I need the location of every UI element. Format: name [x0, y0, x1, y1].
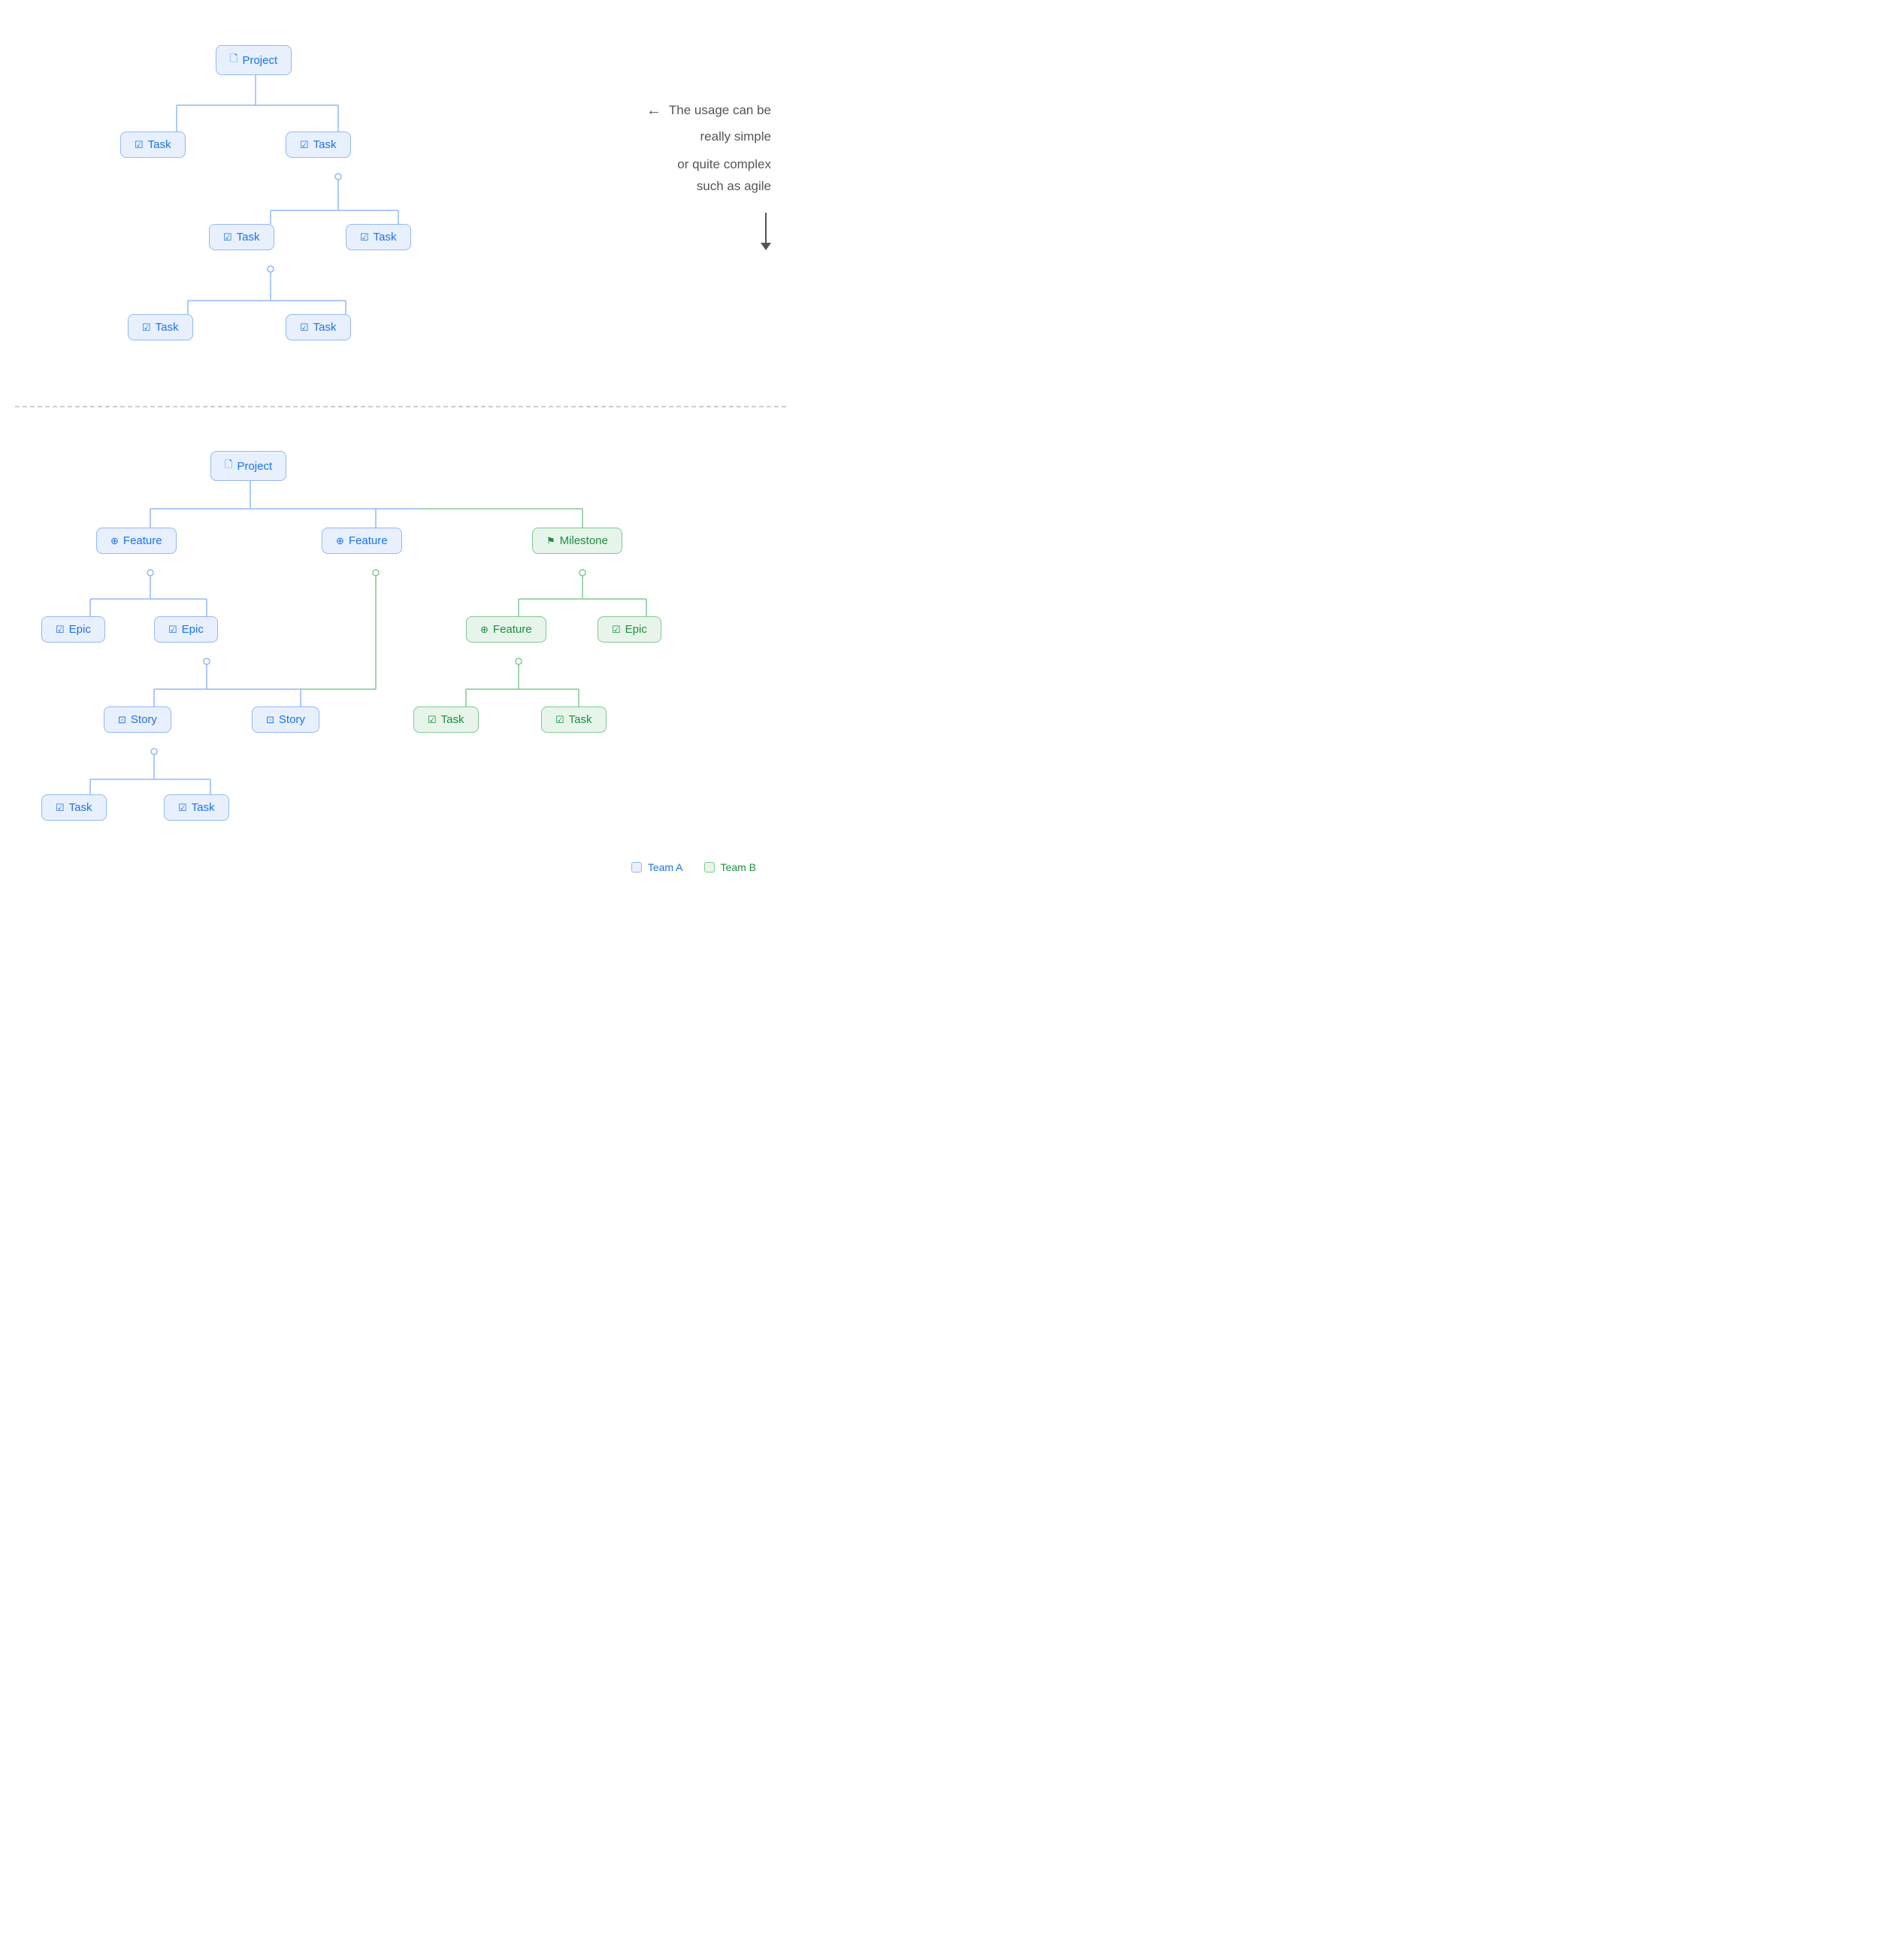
- feature-icon: ⊕: [110, 535, 119, 547]
- task-icon: ☑: [135, 139, 144, 151]
- top-task5-label: Task: [156, 321, 179, 334]
- annotation-box: ← The usage can be really simple or quit…: [646, 98, 771, 250]
- top-task6-label: Task: [313, 321, 337, 334]
- legend-team-b: Team B: [704, 861, 756, 873]
- project-icon: 🗋: [230, 52, 237, 68]
- top-task5-node: ☑ Task: [128, 314, 193, 340]
- top-tree-connectors: [15, 23, 579, 398]
- bottom-epic2-label: Epic: [182, 623, 204, 636]
- legend-team-b-icon: [704, 862, 715, 873]
- bottom-task-blue2-node: ☑ Task: [164, 794, 229, 821]
- bottom-feature1-label: Feature: [123, 534, 162, 547]
- bottom-task-blue2-label: Task: [192, 801, 215, 814]
- annotation-line1: The usage can be: [669, 100, 771, 122]
- legend-team-a: Team A: [631, 861, 683, 873]
- epic-icon: ☑: [168, 624, 177, 636]
- bottom-feature-sub-node: ⊕ Feature: [466, 616, 546, 643]
- milestone-icon: ⚑: [546, 535, 555, 547]
- task-icon: ☑: [555, 714, 564, 726]
- project-icon: 🗋: [225, 458, 232, 474]
- top-task4-label: Task: [374, 231, 397, 243]
- top-task3-label: Task: [237, 231, 260, 243]
- bottom-epic-sub-node: ☑ Epic: [598, 616, 661, 643]
- bottom-epic2-node: ☑ Epic: [154, 616, 218, 643]
- arrow-left-icon: ←: [646, 98, 661, 123]
- bottom-task-green2-label: Task: [569, 713, 592, 726]
- top-task1-node: ☑ Task: [120, 132, 186, 158]
- story-icon: ⊡: [118, 714, 126, 726]
- top-task3-node: ☑ Task: [209, 224, 274, 250]
- task-icon: ☑: [142, 322, 151, 334]
- bottom-milestone-node: ⚑ Milestone: [532, 528, 622, 554]
- section-divider: [15, 406, 786, 407]
- task-icon: ☑: [178, 802, 187, 814]
- bottom-milestone-label: Milestone: [560, 534, 608, 547]
- task-icon: ☑: [56, 802, 65, 814]
- task-icon: ☑: [360, 231, 369, 243]
- bottom-task-green2-node: ☑ Task: [541, 706, 607, 733]
- legend-team-b-label: Team B: [721, 861, 756, 873]
- bottom-story2-node: ⊡ Story: [252, 706, 319, 733]
- legend: Team A Team B: [631, 861, 756, 873]
- legend-team-a-label: Team A: [648, 861, 683, 873]
- arrow-down-icon: [761, 213, 771, 250]
- epic-icon: ☑: [612, 624, 621, 636]
- bottom-tree-connectors: [15, 430, 786, 881]
- bottom-task-blue1-label: Task: [69, 801, 92, 814]
- story-icon: ⊡: [266, 714, 274, 726]
- task-icon: ☑: [300, 322, 309, 334]
- bottom-epic1-node: ☑ Epic: [41, 616, 105, 643]
- annotation-line2: really simple: [646, 126, 771, 148]
- top-diagram-section: ← The usage can be really simple or quit…: [15, 23, 786, 398]
- epic-icon: ☑: [56, 624, 65, 636]
- top-task1-label: Task: [148, 138, 171, 151]
- task-icon: ☑: [300, 139, 309, 151]
- annotation-line4: such as agile: [646, 176, 771, 198]
- top-task2-node: ☑ Task: [286, 132, 351, 158]
- bottom-task-blue1-node: ☑ Task: [41, 794, 107, 821]
- bottom-feature1-node: ⊕ Feature: [96, 528, 177, 554]
- top-task4-node: ☑ Task: [346, 224, 411, 250]
- bottom-feature-sub-label: Feature: [493, 623, 532, 636]
- feature-icon: ⊕: [336, 535, 344, 547]
- bottom-story1-label: Story: [131, 713, 157, 726]
- task-icon: ☑: [428, 714, 437, 726]
- bottom-epic1-label: Epic: [69, 623, 91, 636]
- top-project-label: Project: [242, 54, 277, 67]
- bottom-epic-sub-label: Epic: [625, 623, 647, 636]
- top-task6-node: ☑ Task: [286, 314, 351, 340]
- feature-icon: ⊕: [480, 624, 489, 636]
- legend-team-a-icon: [631, 862, 642, 873]
- top-task2-label: Task: [313, 138, 337, 151]
- top-project-node: 🗋 Project: [216, 45, 292, 75]
- bottom-task-green1-label: Task: [441, 713, 464, 726]
- task-icon: ☑: [223, 231, 232, 243]
- bottom-feature2-node: ⊕ Feature: [322, 528, 402, 554]
- bottom-task-green1-node: ☑ Task: [413, 706, 479, 733]
- bottom-project-node: 🗋 Project: [210, 451, 286, 481]
- bottom-story1-node: ⊡ Story: [104, 706, 171, 733]
- main-container: ← The usage can be really simple or quit…: [0, 0, 801, 903]
- bottom-project-label: Project: [237, 460, 272, 473]
- bottom-diagram-section: 🗋 Project ⊕ Feature ⊕ Feature ⚑ Mileston…: [15, 430, 786, 881]
- annotation-line3: or quite complex: [646, 154, 771, 176]
- bottom-feature2-label: Feature: [349, 534, 388, 547]
- bottom-story2-label: Story: [279, 713, 305, 726]
